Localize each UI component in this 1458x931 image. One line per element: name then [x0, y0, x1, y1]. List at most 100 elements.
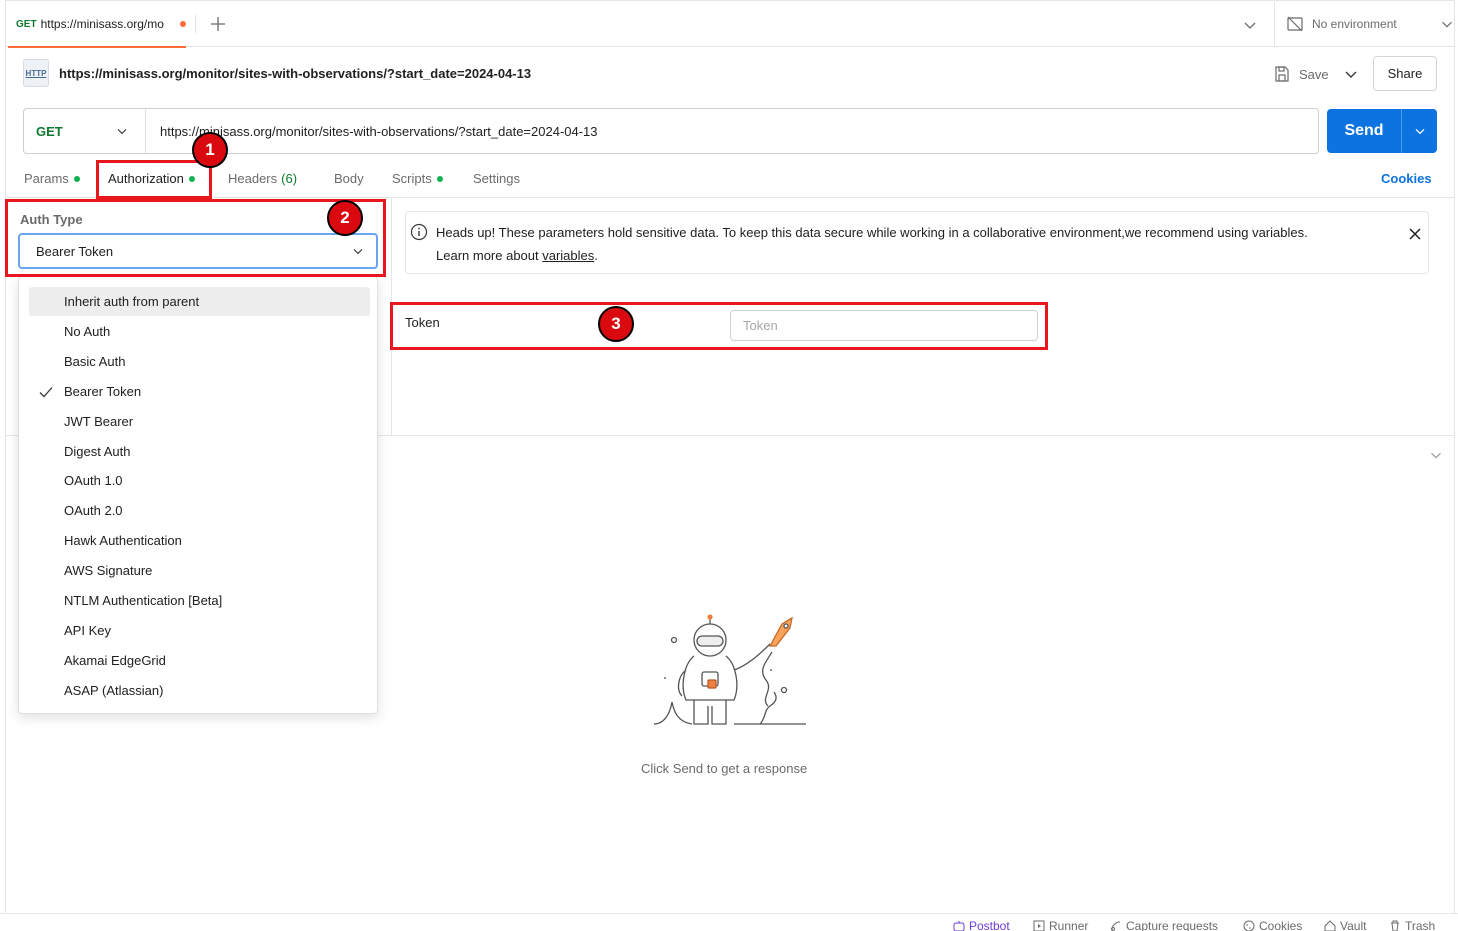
auth-option[interactable]: OAuth 1.0	[29, 466, 370, 495]
sensitive-data-banner: Heads up! These parameters hold sensitiv…	[405, 211, 1429, 274]
tab-scripts[interactable]: Scripts	[392, 171, 443, 186]
collapse-response-chevron-icon[interactable]	[1427, 446, 1445, 464]
tab-scripts-label: Scripts	[392, 171, 432, 186]
tab-bar: GET https://minisass.org/mo No environme…	[6, 0, 1456, 48]
vault-button[interactable]: Vault	[1324, 919, 1366, 931]
request-title[interactable]: https://minisass.org/monitor/sites-with-…	[59, 66, 531, 81]
astronaut-illustration-icon	[653, 614, 806, 725]
auth-option[interactable]: AWS Signature	[29, 556, 370, 585]
request-tab-url: https://minisass.org/mo	[40, 17, 164, 31]
runner-label: Runner	[1049, 919, 1089, 931]
save-label: Save	[1299, 66, 1329, 82]
auth-option[interactable]: ASAP (Atlassian)	[29, 676, 370, 705]
auth-option-label: API Key	[64, 622, 111, 638]
auth-option-label: Akamai EdgeGrid	[64, 652, 166, 668]
statusbar-cookies-button[interactable]: Cookies	[1243, 919, 1302, 931]
send-options-chevron-icon[interactable]	[1402, 123, 1437, 139]
no-environment-icon	[1287, 16, 1303, 32]
auth-option-label: OAuth 1.0	[64, 473, 123, 489]
auth-option[interactable]: Basic Auth	[29, 347, 370, 376]
environment-label: No environment	[1312, 17, 1397, 31]
auth-option[interactable]: JWT Bearer	[29, 407, 370, 436]
url-input[interactable]: https://minisass.org/monitor/sites-with-…	[146, 124, 1318, 139]
auth-option-label: JWT Bearer	[64, 413, 134, 429]
auth-type-dropdown: Inherit auth from parent No Auth Basic Aut…	[18, 276, 378, 714]
auth-option[interactable]: Inherit auth from parent	[29, 287, 370, 316]
auth-option-label: NTLM Authentication [Beta]	[64, 593, 223, 608]
tab-separator	[195, 15, 196, 33]
method-select[interactable]: GET	[24, 109, 146, 153]
scripts-status-dot	[436, 175, 443, 182]
vault-label: Vault	[1340, 919, 1367, 931]
banner-learn-more-suffix: .	[594, 248, 598, 263]
close-icon[interactable]	[1406, 225, 1424, 243]
tab-body-label: Body	[334, 171, 364, 186]
banner-learn-more-prefix: Learn more about	[436, 248, 543, 263]
status-bar: Postbot Runner Capture requests Cookies …	[0, 913, 1458, 931]
checkmark-icon	[39, 386, 53, 398]
auth-option-label: AWS Signature	[64, 563, 153, 579]
cookie-icon	[1243, 920, 1255, 931]
chevron-down-icon[interactable]	[1240, 15, 1260, 35]
params-status-dot	[73, 175, 80, 182]
auth-option-label: Digest Auth	[64, 443, 131, 459]
capture-requests-label: Capture requests	[1126, 919, 1219, 931]
auth-option-label: Bearer Token	[64, 383, 142, 399]
auth-option-label: No Auth	[64, 323, 111, 339]
share-button[interactable]: Share	[1373, 56, 1437, 91]
chevron-down-icon	[1442, 21, 1452, 28]
postbot-label: Postbot	[969, 919, 1010, 931]
request-tab-method: GET	[16, 18, 37, 30]
save-button[interactable]: Save	[1273, 62, 1329, 86]
auth-option[interactable]: API Key	[29, 616, 370, 645]
postbot-icon	[953, 921, 965, 931]
variables-link[interactable]: variables	[542, 248, 594, 263]
auth-option-label: Hawk Authentication	[64, 533, 182, 549]
auth-option-label: ASAP (Atlassian)	[64, 682, 164, 698]
send-button[interactable]: Send	[1327, 109, 1437, 153]
runner-button[interactable]: Runner	[1033, 919, 1088, 931]
plus-icon[interactable]	[208, 14, 228, 34]
annotation-badge-1: 1	[192, 132, 228, 168]
environment-selector[interactable]: No environment	[1286, 13, 1456, 35]
auth-option[interactable]: OAuth 2.0	[29, 496, 370, 525]
auth-option[interactable]: No Auth	[29, 317, 370, 346]
auth-option[interactable]: Akamai EdgeGrid	[29, 646, 370, 675]
send-label: Send	[1344, 122, 1384, 139]
runner-icon	[1033, 920, 1045, 931]
http-icon: HTTP	[23, 59, 49, 87]
tabs-divider	[6, 197, 1454, 198]
tab-settings[interactable]: Settings	[473, 171, 520, 186]
auth-option-label: Inherit auth from parent	[64, 294, 200, 309]
annotation-box-3	[390, 302, 1048, 350]
tab-params-label: Params	[24, 171, 69, 186]
trash-button[interactable]: Trash	[1389, 919, 1435, 931]
cookies-link[interactable]: Cookies	[1381, 171, 1432, 186]
banner-message: Heads up! These parameters hold sensitiv…	[436, 225, 1308, 240]
headers-count: (6)	[281, 171, 298, 186]
vault-icon	[1324, 920, 1336, 931]
annotation-box-1	[96, 160, 212, 199]
auth-option[interactable]: NTLM Authentication [Beta]	[29, 586, 370, 615]
chevron-down-icon	[117, 129, 127, 135]
request-tab[interactable]: GET https://minisass.org/mo	[8, 2, 186, 48]
tab-headers[interactable]: Headers (6)	[228, 171, 297, 186]
banner-learn-more: Learn more about variables.	[436, 248, 598, 263]
annotation-badge-2: 2	[327, 200, 363, 236]
unsaved-dot	[180, 21, 186, 27]
auth-option[interactable]: Digest Auth	[29, 437, 370, 466]
window-right-border	[1454, 0, 1455, 914]
window-left-border	[5, 0, 6, 914]
save-options-chevron-icon[interactable]	[1341, 64, 1361, 84]
auth-option[interactable]: Bearer Token	[29, 377, 370, 406]
capture-requests-button[interactable]: Capture requests	[1110, 919, 1218, 931]
trash-label: Trash	[1405, 919, 1436, 931]
tab-params[interactable]: Params	[24, 171, 80, 186]
method-label: GET	[36, 123, 63, 139]
auth-option[interactable]: Hawk Authentication	[29, 526, 370, 555]
postbot-button[interactable]: Postbot	[953, 919, 1010, 931]
tab-settings-label: Settings	[473, 171, 520, 186]
annotation-badge-3: 3	[598, 306, 634, 342]
statusbar-cookies-label: Cookies	[1259, 919, 1303, 931]
tab-body[interactable]: Body	[334, 171, 364, 186]
